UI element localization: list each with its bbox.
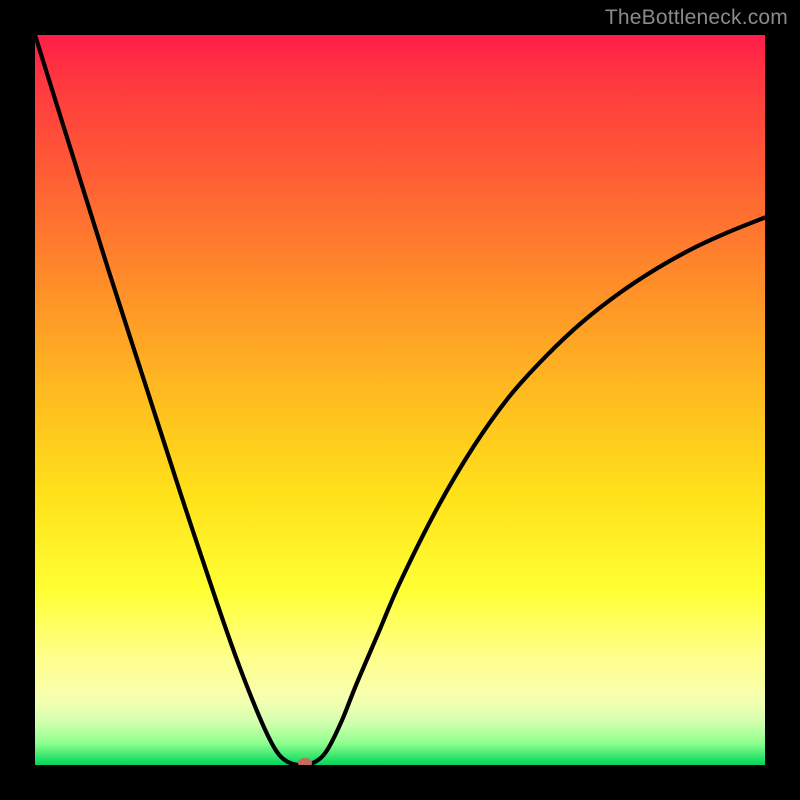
bottleneck-curve xyxy=(35,35,765,765)
chart-frame: TheBottleneck.com xyxy=(0,0,800,800)
watermark-text: TheBottleneck.com xyxy=(605,6,788,30)
plot-area xyxy=(35,35,765,765)
optimal-point-marker xyxy=(298,758,312,765)
